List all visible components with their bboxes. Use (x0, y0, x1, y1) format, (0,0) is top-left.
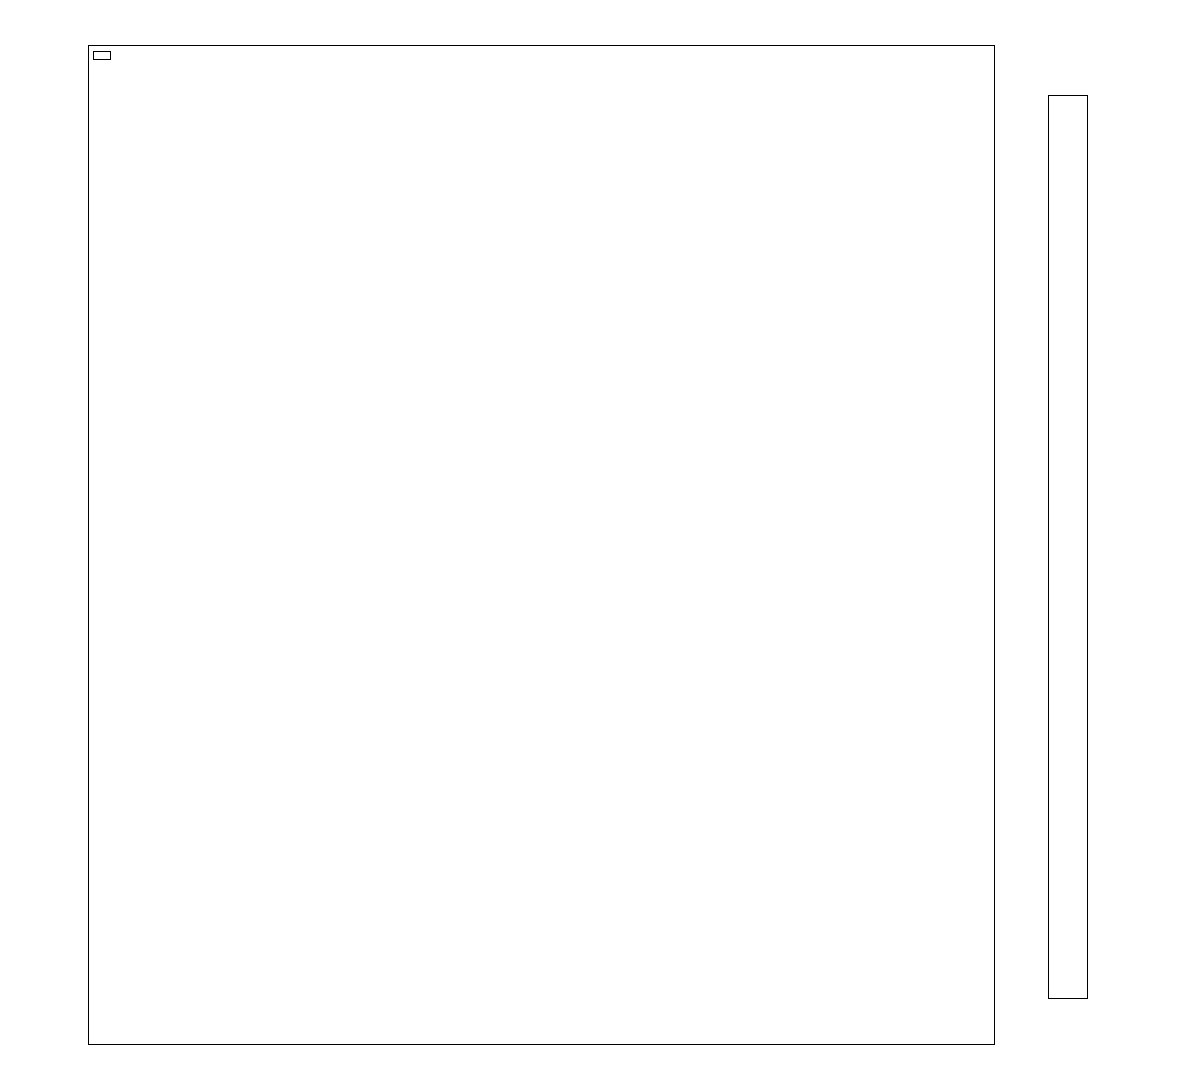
colorbar (1048, 95, 1088, 999)
map-plot-area (88, 45, 995, 1045)
product-info-box (93, 51, 111, 60)
radar-map (89, 46, 996, 1046)
